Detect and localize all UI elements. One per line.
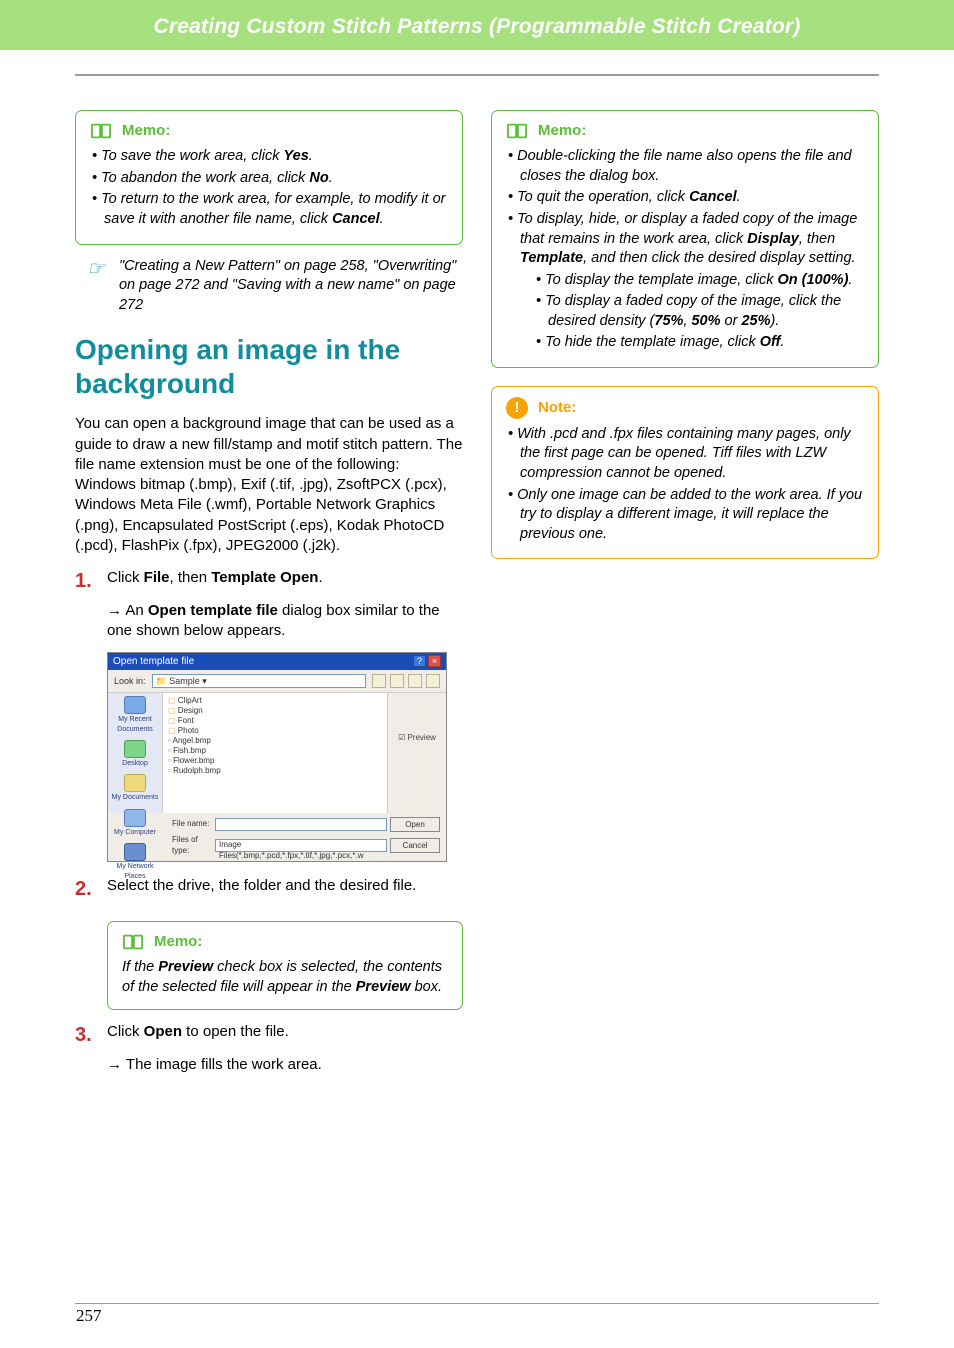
dialog-main: My Recent DocumentsDesktopMy DocumentsMy… bbox=[108, 693, 446, 813]
window-controls: ?× bbox=[413, 655, 441, 669]
list-item: To return to the work area, for example,… bbox=[92, 190, 448, 229]
dialog-screenshot: Open template file ?× Look in: 📁 Sample … bbox=[107, 652, 463, 862]
folder-item[interactable]: Photo bbox=[168, 726, 382, 736]
step-number: 3. bbox=[75, 1022, 93, 1049]
open-template-dialog: Open template file ?× Look in: 📁 Sample … bbox=[107, 652, 447, 862]
cross-reference: ☞ "Creating a New Pattern" on page 258, … bbox=[87, 257, 463, 316]
dialog-titlebar: Open template file ?× bbox=[108, 653, 446, 671]
note-list: With .pcd and .fpx files containing many… bbox=[506, 425, 864, 544]
lookin-dropdown[interactable]: 📁 Sample ▾ bbox=[152, 674, 366, 688]
file-list[interactable]: ClipArtDesignFontPhotoAngel.bmpFish.bmpF… bbox=[163, 693, 388, 813]
step-2: 2. Select the drive, the folder and the … bbox=[75, 876, 463, 903]
filetype-label: Files of type: bbox=[172, 835, 212, 857]
chapter-title: Creating Custom Stitch Patterns (Program… bbox=[0, 0, 954, 41]
section-heading: Opening an image in the background bbox=[75, 333, 463, 400]
file-item[interactable]: Flower.bmp bbox=[168, 756, 382, 766]
dialog-toolbar: Look in: 📁 Sample ▾ bbox=[108, 670, 446, 693]
page-number: 257 bbox=[76, 1305, 102, 1328]
memo-head: Memo: bbox=[90, 121, 448, 141]
close-icon[interactable]: × bbox=[428, 655, 441, 667]
page-body: Memo: To save the work area, click Yes.T… bbox=[0, 92, 954, 1079]
newfolder-icon[interactable] bbox=[408, 674, 422, 688]
footer-rule bbox=[75, 1303, 879, 1304]
memo-box-2: Memo: If the Preview check box is select… bbox=[107, 921, 463, 1010]
memo-box-1: Memo: To save the work area, click Yes.T… bbox=[75, 110, 463, 245]
file-item[interactable]: Fish.bmp bbox=[168, 746, 382, 756]
list-item: Only one image can be added to the work … bbox=[508, 486, 864, 545]
open-button[interactable]: Open bbox=[390, 817, 440, 832]
places-bar: My Recent DocumentsDesktopMy DocumentsMy… bbox=[108, 693, 163, 813]
preview-checkbox[interactable]: ☑ Preview bbox=[392, 733, 442, 744]
note-box-1: ! Note: With .pcd and .fpx files contain… bbox=[491, 386, 879, 559]
file-item[interactable]: Rudolph.bmp bbox=[168, 766, 382, 776]
filetype-field[interactable]: Image Files(*.bmp,*.pcd,*.fpx,*.tif,*.jp… bbox=[215, 839, 387, 852]
nav-icons bbox=[372, 674, 440, 688]
list-item: To display, hide, or display a faded cop… bbox=[508, 210, 864, 269]
step-2-text: Select the drive, the folder and the des… bbox=[107, 876, 463, 903]
up-icon[interactable] bbox=[390, 674, 404, 688]
list-item: To hide the template image, click Off. bbox=[536, 333, 864, 353]
folder-item[interactable]: Font bbox=[168, 716, 382, 726]
step-1: 1. Click File, then Template Open. bbox=[75, 568, 463, 595]
memo-box-3: Memo: Double-clicking the file name also… bbox=[491, 110, 879, 368]
cancel-button[interactable]: Cancel bbox=[390, 838, 440, 853]
memo-head: Memo: bbox=[506, 121, 864, 141]
list-item: To quit the operation, click Cancel. bbox=[508, 188, 864, 208]
list-item: To abandon the work area, click No. bbox=[92, 169, 448, 189]
filename-label: File name: bbox=[172, 819, 212, 830]
memo1-list: To save the work area, click Yes.To aban… bbox=[90, 147, 448, 229]
memo-icon bbox=[506, 121, 528, 141]
memo-label: Memo: bbox=[122, 121, 170, 141]
step-3-result: The image fills the work area. bbox=[107, 1055, 463, 1075]
memo-icon bbox=[90, 121, 112, 141]
back-icon[interactable] bbox=[372, 674, 386, 688]
memo2-text: If the Preview check box is selected, th… bbox=[122, 958, 448, 997]
memo-head: Memo: bbox=[122, 932, 448, 952]
list-item: To display the template image, click On … bbox=[536, 271, 864, 291]
places-item[interactable]: Desktop bbox=[111, 740, 159, 768]
list-item: With .pcd and .fpx files containing many… bbox=[508, 425, 864, 484]
dialog-title-text: Open template file bbox=[113, 655, 194, 669]
step-number: 2. bbox=[75, 876, 93, 903]
preview-pane: ☑ Preview bbox=[388, 693, 446, 813]
places-item[interactable]: My Computer bbox=[111, 809, 159, 837]
list-item: Double-clicking the file name also opens… bbox=[508, 147, 864, 186]
hand-point-icon: ☞ bbox=[87, 259, 105, 316]
folder-item[interactable]: ClipArt bbox=[168, 696, 382, 706]
list-item: To save the work area, click Yes. bbox=[92, 147, 448, 167]
step-1-result: An Open template file dialog box similar… bbox=[107, 601, 463, 642]
intro-paragraph: You can open a background image that can… bbox=[75, 414, 463, 556]
note-head: ! Note: bbox=[506, 397, 864, 419]
file-item[interactable]: Angel.bmp bbox=[168, 736, 382, 746]
places-item[interactable]: My Documents bbox=[111, 774, 159, 802]
list-item: To display a faded copy of the image, cl… bbox=[536, 292, 864, 331]
reference-text: "Creating a New Pattern" on page 258, "O… bbox=[119, 257, 463, 316]
folder-item[interactable]: Design bbox=[168, 706, 382, 716]
top-rule bbox=[75, 74, 879, 76]
memo-label: Memo: bbox=[154, 932, 202, 952]
lookin-label: Look in: bbox=[114, 675, 146, 687]
memo-icon bbox=[122, 932, 144, 952]
filename-field[interactable] bbox=[215, 818, 387, 831]
note-label: Note: bbox=[538, 398, 576, 418]
views-icon[interactable] bbox=[426, 674, 440, 688]
step-3-text: Click Open to open the file. bbox=[107, 1022, 463, 1049]
step-3: 3. Click Open to open the file. bbox=[75, 1022, 463, 1049]
chapter-header: Creating Custom Stitch Patterns (Program… bbox=[0, 0, 954, 50]
places-item[interactable]: My Recent Documents bbox=[111, 696, 159, 734]
step-1-text: Click File, then Template Open. bbox=[107, 568, 463, 595]
memo3-list: Double-clicking the file name also opens… bbox=[506, 147, 864, 353]
memo-label: Memo: bbox=[538, 121, 586, 141]
alert-icon: ! bbox=[506, 397, 528, 419]
help-icon[interactable]: ? bbox=[413, 655, 426, 667]
step-number: 1. bbox=[75, 568, 93, 595]
